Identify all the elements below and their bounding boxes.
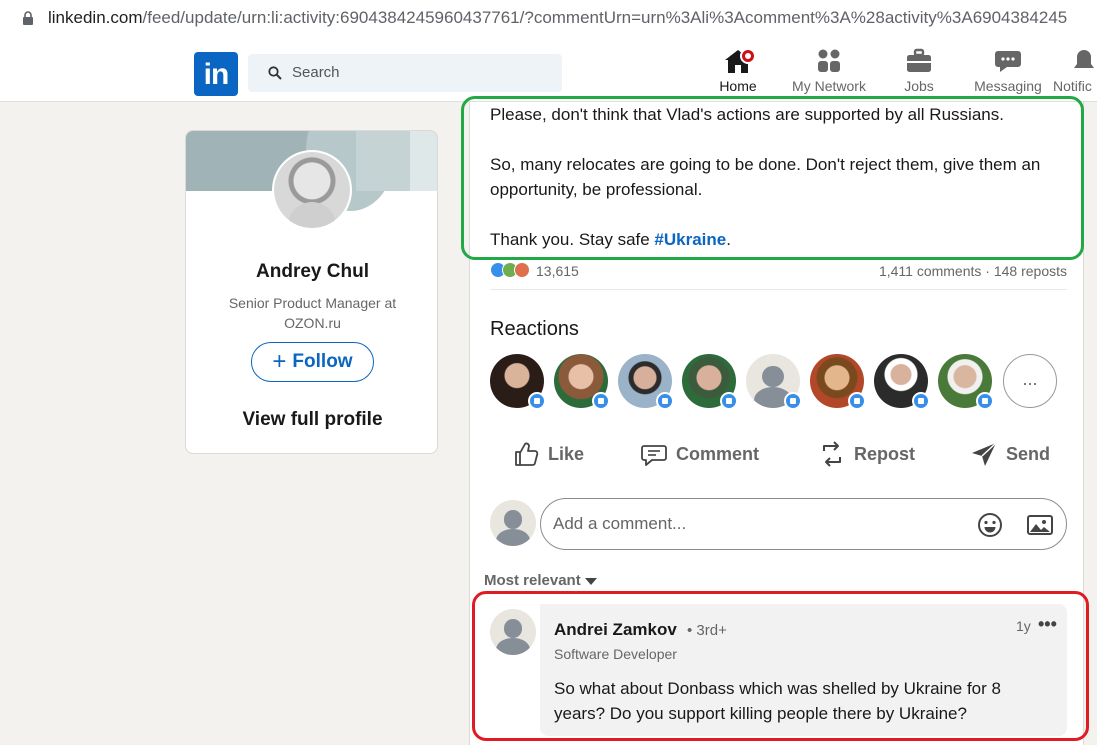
like-button[interactable]: Like bbox=[512, 440, 584, 468]
repost-button[interactable]: Repost bbox=[818, 440, 915, 468]
search-input[interactable]: Search bbox=[248, 54, 562, 92]
reactor-avatar[interactable] bbox=[618, 354, 674, 410]
like-icon bbox=[976, 392, 994, 410]
like-icon bbox=[528, 392, 546, 410]
repost-label: Repost bbox=[854, 443, 916, 464]
notification-badge bbox=[740, 48, 756, 64]
message-icon bbox=[995, 51, 1021, 72]
search-icon bbox=[268, 66, 282, 80]
nav-messaging[interactable]: Messaging bbox=[970, 46, 1046, 94]
nav-notifications[interactable]: Notific bbox=[1053, 46, 1097, 94]
send-icon bbox=[972, 442, 997, 466]
reaction-count[interactable]: 13,615 bbox=[536, 263, 579, 279]
like-icon bbox=[720, 392, 738, 410]
top-nav: in Search Home My Network Jobs Messaging… bbox=[0, 42, 1097, 102]
nav-messaging-label: Messaging bbox=[974, 78, 1042, 94]
reactor-avatar[interactable] bbox=[874, 354, 930, 410]
repost-icon bbox=[823, 441, 841, 467]
reactor-avatar[interactable] bbox=[682, 354, 738, 410]
reactor-avatar[interactable] bbox=[490, 354, 546, 410]
love-reaction-icon bbox=[514, 262, 530, 278]
social-counts: 13,615 1,411 comments · 148 reposts bbox=[490, 262, 1067, 290]
nav-notifications-label: Notific bbox=[1053, 78, 1092, 94]
reactor-avatar[interactable] bbox=[810, 354, 866, 410]
like-icon bbox=[848, 392, 866, 410]
caret-down-icon bbox=[584, 578, 597, 586]
emoji-icon[interactable] bbox=[977, 512, 1003, 538]
reactor-avatar[interactable] bbox=[938, 354, 994, 410]
reactor-avatar[interactable] bbox=[746, 354, 802, 410]
nav-home[interactable]: Home bbox=[713, 46, 763, 94]
like-label: Like bbox=[548, 443, 585, 464]
avatar[interactable] bbox=[272, 150, 352, 230]
profile-name[interactable]: Andrey Chul bbox=[186, 261, 437, 283]
browser-url-bar[interactable]: linkedin.com/feed/update/urn:li:activity… bbox=[0, 0, 1097, 38]
like-icon bbox=[656, 392, 674, 410]
more-reactions-button[interactable]: ... bbox=[1003, 354, 1057, 408]
like-icon bbox=[784, 392, 802, 410]
follow-button[interactable]: + Follow bbox=[251, 342, 374, 382]
comment-placeholder: Add a comment... bbox=[553, 514, 687, 533]
comment-input[interactable]: Add a comment... bbox=[540, 498, 1067, 550]
like-icon bbox=[592, 392, 610, 410]
plus-icon: + bbox=[272, 348, 287, 375]
briefcase-icon bbox=[907, 48, 931, 72]
search-placeholder: Search bbox=[292, 64, 340, 81]
nav-home-label: Home bbox=[719, 78, 757, 94]
thumbs-up-icon bbox=[515, 442, 539, 466]
url-text: linkedin.com/feed/update/urn:li:activity… bbox=[48, 8, 1068, 27]
reactor-avatar[interactable] bbox=[554, 354, 610, 410]
avatar[interactable] bbox=[490, 500, 536, 546]
green-highlight-box bbox=[461, 96, 1084, 260]
send-label: Send bbox=[1006, 443, 1051, 464]
reactions-heading: Reactions bbox=[490, 318, 579, 340]
sort-dropdown[interactable]: Most relevant bbox=[484, 572, 597, 589]
bell-icon bbox=[1074, 50, 1094, 68]
nav-jobs-label: Jobs bbox=[904, 78, 934, 94]
send-button[interactable]: Send bbox=[970, 440, 1050, 468]
follow-label: Follow bbox=[292, 351, 353, 372]
comments-reposts-count[interactable]: 1,411 comments · 148 reposts bbox=[879, 263, 1067, 279]
linkedin-logo[interactable]: in bbox=[194, 52, 238, 96]
people-icon bbox=[818, 49, 840, 72]
view-full-profile-link[interactable]: View full profile bbox=[186, 409, 437, 431]
lock-icon bbox=[23, 11, 33, 25]
comment-icon bbox=[641, 445, 667, 466]
reaction-icons[interactable] bbox=[490, 262, 534, 280]
profile-headline: Senior Product Manager at OZON.ru bbox=[228, 295, 397, 331]
nav-jobs[interactable]: Jobs bbox=[894, 46, 944, 94]
sort-label: Most relevant bbox=[484, 572, 581, 589]
red-highlight-box bbox=[472, 591, 1089, 741]
like-icon bbox=[912, 392, 930, 410]
comment-label: Comment bbox=[676, 443, 760, 464]
profile-card: Andrey Chul Senior Product Manager at OZ… bbox=[185, 130, 438, 454]
comment-button[interactable]: Comment bbox=[640, 440, 759, 468]
image-icon[interactable] bbox=[1027, 512, 1053, 538]
nav-my-network[interactable]: My Network bbox=[786, 46, 872, 94]
nav-my-network-label: My Network bbox=[792, 78, 866, 94]
